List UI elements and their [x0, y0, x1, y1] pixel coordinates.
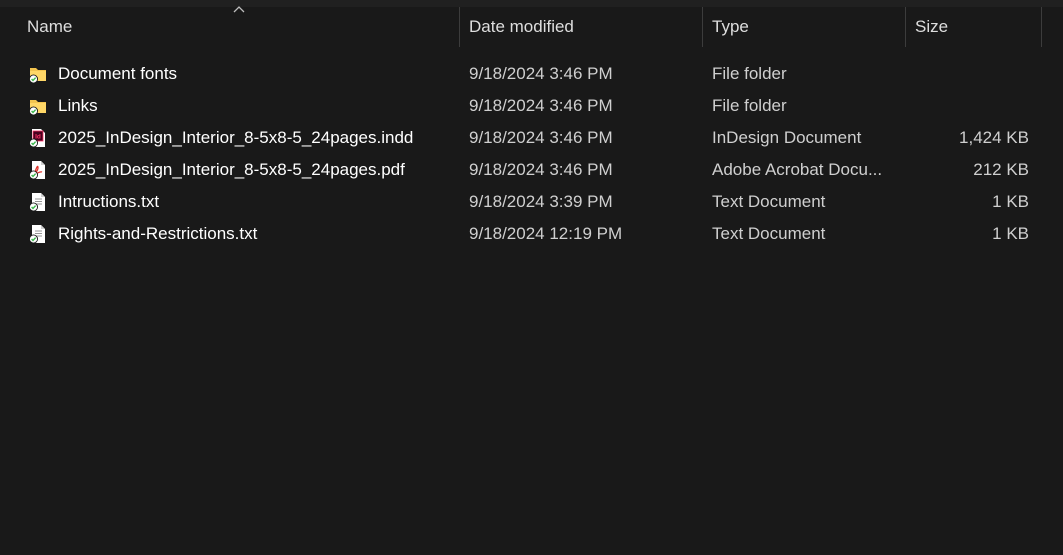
file-date-modified: 9/18/2024 12:19 PM [469, 224, 623, 243]
column-header-size-label: Size [915, 17, 949, 36]
file-date-modified: 9/18/2024 3:46 PM [469, 96, 613, 115]
text-file-icon [29, 193, 45, 212]
folder-icon [29, 68, 46, 84]
file-type: File folder [712, 96, 787, 115]
column-header-type[interactable]: Type [702, 7, 905, 47]
top-strip [0, 0, 1063, 7]
file-date-modified: 9/18/2024 3:39 PM [469, 192, 613, 211]
column-header-type-label: Type [712, 17, 749, 36]
file-type: InDesign Document [712, 128, 862, 147]
column-header-size[interactable]: Size [905, 7, 1041, 47]
file-name: Intructions.txt [58, 192, 160, 211]
file-size: 212 KB [973, 160, 1029, 179]
pdf-file-icon [29, 161, 45, 180]
file-size: 1 KB [992, 224, 1029, 243]
column-header-date-label: Date modified [469, 17, 574, 36]
file-row[interactable]: Intructions.txt 9/18/2024 3:39 PM Text D… [0, 186, 1041, 218]
file-list: Document fonts 9/18/2024 3:46 PM File fo… [0, 58, 1063, 250]
column-separator[interactable] [1041, 7, 1042, 47]
file-row[interactable]: Rights-and-Restrictions.txt 9/18/2024 12… [0, 218, 1041, 250]
folder-icon [29, 100, 46, 116]
file-size: 1,424 KB [959, 128, 1029, 147]
file-name: Links [58, 96, 98, 115]
file-name: 2025_InDesign_Interior_8-5x8-5_24pages.i… [58, 128, 414, 147]
indesign-file-icon: Id [29, 129, 45, 148]
file-date-modified: 9/18/2024 3:46 PM [469, 160, 613, 179]
file-type: File folder [712, 64, 787, 83]
column-header-date-modified[interactable]: Date modified [459, 7, 702, 47]
file-row[interactable]: Document fonts 9/18/2024 3:46 PM File fo… [0, 58, 1041, 90]
file-name: 2025_InDesign_Interior_8-5x8-5_24pages.p… [58, 160, 405, 179]
file-row[interactable]: Links 9/18/2024 3:46 PM File folder [0, 90, 1041, 122]
column-header-name-label: Name [27, 17, 73, 36]
file-row[interactable]: 2025_InDesign_Interior_8-5x8-5_24pages.p… [0, 154, 1041, 186]
file-type: Adobe Acrobat Docu... [712, 160, 883, 179]
file-name: Rights-and-Restrictions.txt [58, 224, 258, 243]
file-type: Text Document [712, 224, 826, 243]
column-header-row: Name Date modified Type Size [0, 6, 1063, 47]
file-size [905, 90, 1029, 122]
text-file-icon [29, 225, 45, 244]
file-name: Document fonts [58, 64, 178, 83]
file-type: Text Document [712, 192, 826, 211]
file-size: 1 KB [992, 192, 1029, 211]
column-header-name[interactable]: Name [0, 7, 459, 47]
file-date-modified: 9/18/2024 3:46 PM [469, 128, 613, 147]
file-date-modified: 9/18/2024 3:46 PM [469, 64, 613, 83]
file-row[interactable]: Id 2025_InDesign_Interior_8-5x8-5_24page… [0, 122, 1041, 154]
file-size [905, 58, 1029, 90]
